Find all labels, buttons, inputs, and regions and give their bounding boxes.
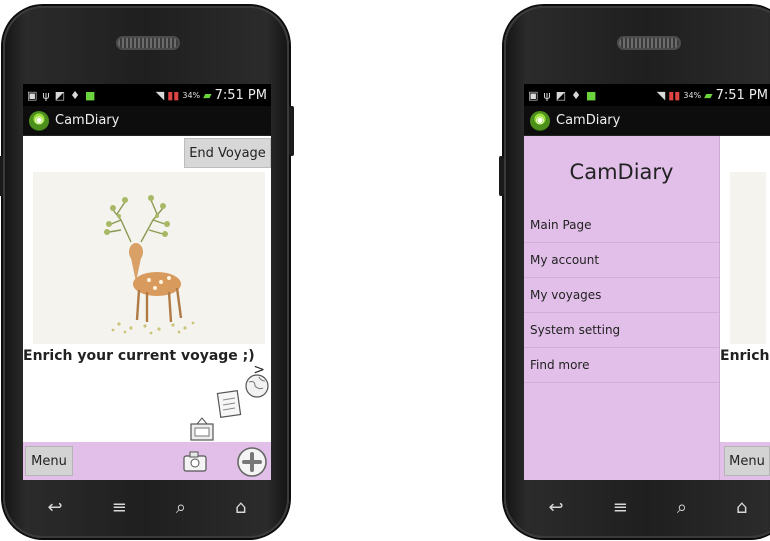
globe-icon[interactable]: [243, 372, 271, 400]
deer-illustration: [33, 172, 265, 344]
end-voyage-button[interactable]: End Voyage: [184, 138, 271, 168]
system-nav-bar: ↩ ≡ ⌕ ⌂: [524, 484, 770, 530]
phone-frame-right: ▣ ψ ◩ ♦ ■ ◥ ▮▮ 34% ▰ 7:51 PM ◉ CamDiary …: [499, 6, 770, 538]
menu-icon[interactable]: ≡: [112, 497, 127, 518]
menu-icon[interactable]: ≡: [613, 497, 628, 518]
battery-percent: 34%: [683, 90, 702, 100]
enrich-voyage-prompt: Enrich your current voyage ;): [23, 348, 255, 364]
drawer-item-my-voyages[interactable]: My voyages: [524, 278, 719, 313]
diamond-icon: ♦: [70, 88, 80, 102]
drawer-title: CamDiary: [569, 160, 674, 184]
image-notification-icon: ◩: [54, 88, 66, 102]
app-title: CamDiary: [55, 113, 120, 128]
navigation-drawer: CamDiary Main Page My account My voyages…: [524, 136, 720, 480]
wifi-icon: ◥: [656, 88, 666, 102]
add-plus-icon[interactable]: [235, 445, 269, 479]
app-notification-icon: ■: [585, 88, 597, 102]
app-notification-icon: ■: [84, 88, 96, 102]
signal-icon: ▮▮: [668, 88, 681, 102]
screen-drawer: ▣ ψ ◩ ♦ ■ ◥ ▮▮ 34% ▰ 7:51 PM ◉ CamDiary …: [524, 84, 770, 480]
battery-percent: 34%: [182, 90, 201, 100]
gallery-notification-icon: ▣: [27, 88, 38, 102]
signal-icon: ▮▮: [167, 88, 180, 102]
search-icon[interactable]: ⌕: [677, 497, 687, 518]
volume-key: [499, 156, 504, 196]
enrich-voyage-prompt-peek: Enrich y: [720, 348, 770, 364]
action-bar: ◉ CamDiary: [23, 106, 271, 136]
phone-frame-left: ▣ ψ ◩ ♦ ■ ◥ ▮▮ 34% ▰ 7:51 PM ◉ CamDiary …: [0, 6, 294, 538]
volume-key: [0, 156, 3, 196]
home-icon[interactable]: ⌂: [235, 497, 246, 518]
usb-icon: ψ: [543, 88, 551, 102]
drawer-item-system-setting[interactable]: System setting: [524, 313, 719, 348]
screen-main: ▣ ψ ◩ ♦ ■ ◥ ▮▮ 34% ▰ 7:51 PM ◉ CamDiary …: [23, 84, 271, 480]
map-icon[interactable]: [187, 414, 217, 444]
power-key: [289, 106, 294, 156]
status-bar: ▣ ψ ◩ ♦ ■ ◥ ▮▮ 34% ▰ 7:51 PM: [524, 84, 770, 106]
status-bar: ▣ ψ ◩ ♦ ■ ◥ ▮▮ 34% ▰ 7:51 PM: [23, 84, 271, 106]
clock: 7:51 PM: [214, 87, 267, 103]
clock: 7:51 PM: [715, 87, 768, 103]
earpiece-speaker: [617, 36, 681, 50]
camera-icon[interactable]: [181, 449, 209, 475]
app-title: CamDiary: [556, 113, 621, 128]
android-app-icon[interactable]: ◉: [530, 110, 550, 131]
android-app-icon[interactable]: ◉: [29, 110, 49, 131]
action-bar: ◉ CamDiary: [524, 106, 770, 136]
picture-peek: [730, 172, 766, 344]
system-nav-bar: ↩ ≡ ⌕ ⌂: [23, 484, 271, 530]
usb-icon: ψ: [42, 88, 50, 102]
antler-branches: [108, 199, 166, 243]
bottom-bar: Menu: [23, 442, 271, 480]
gallery-notification-icon: ▣: [528, 88, 539, 102]
menu-button[interactable]: Menu: [25, 446, 73, 476]
earpiece-speaker: [116, 36, 180, 50]
main-content: End Voyage Enrich your current voyage ;)…: [23, 136, 271, 480]
menu-button[interactable]: Menu: [724, 446, 770, 476]
battery-icon: ▰: [704, 88, 713, 102]
back-icon[interactable]: ↩: [549, 497, 564, 518]
search-icon[interactable]: ⌕: [176, 497, 186, 518]
battery-icon: ▰: [203, 88, 212, 102]
notes-icon[interactable]: [213, 388, 245, 420]
drawer-item-main-page[interactable]: Main Page: [524, 208, 719, 243]
back-icon[interactable]: ↩: [48, 497, 63, 518]
image-notification-icon: ◩: [555, 88, 567, 102]
wifi-icon: ◥: [155, 88, 165, 102]
diamond-icon: ♦: [571, 88, 581, 102]
drawer-item-my-account[interactable]: My account: [524, 243, 719, 278]
home-icon[interactable]: ⌂: [736, 497, 747, 518]
drawer-item-find-more[interactable]: Find more: [524, 348, 719, 383]
